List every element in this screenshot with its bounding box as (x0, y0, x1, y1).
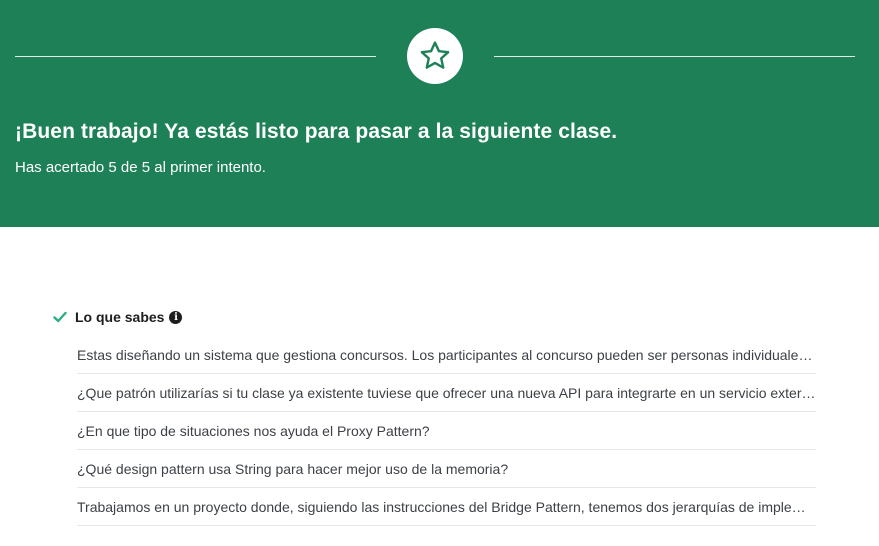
question-list: Estas diseñando un sistema que gestiona … (77, 336, 816, 526)
list-item[interactable]: Estas diseñando un sistema que gestiona … (77, 336, 816, 374)
divider-left (15, 56, 376, 57)
divider-right (494, 56, 855, 57)
question-text: Estas diseñando un sistema que gestiona … (77, 346, 816, 363)
question-text: ¿En que tipo de situaciones nos ayuda el… (77, 422, 430, 439)
info-icon[interactable]: i (169, 310, 183, 324)
question-text: Trabajamos en un proyecto donde, siguien… (77, 498, 816, 515)
list-item[interactable]: Trabajamos en un proyecto donde, siguien… (77, 488, 816, 526)
section-title: Lo que sabes (75, 309, 165, 325)
score-summary: Has acertado 5 de 5 al primer intento. (15, 159, 266, 176)
star-icon (420, 41, 450, 69)
results-banner: ¡Buen trabajo! Ya estás listo para pasar… (0, 0, 879, 227)
question-text: ¿Que patrón utilizarías si tu clase ya e… (77, 384, 816, 401)
list-item[interactable]: ¿Qué design pattern usa String para hace… (77, 450, 816, 488)
success-title: ¡Buen trabajo! Ya estás listo para pasar… (15, 120, 618, 143)
check-icon (53, 310, 67, 324)
question-text: ¿Qué design pattern usa String para hace… (77, 460, 509, 477)
list-item[interactable]: ¿En que tipo de situaciones nos ayuda el… (77, 412, 816, 450)
what-you-know-header: Lo que sabes i (53, 309, 183, 325)
star-badge (407, 28, 463, 84)
list-item[interactable]: ¿Que patrón utilizarías si tu clase ya e… (77, 374, 816, 412)
